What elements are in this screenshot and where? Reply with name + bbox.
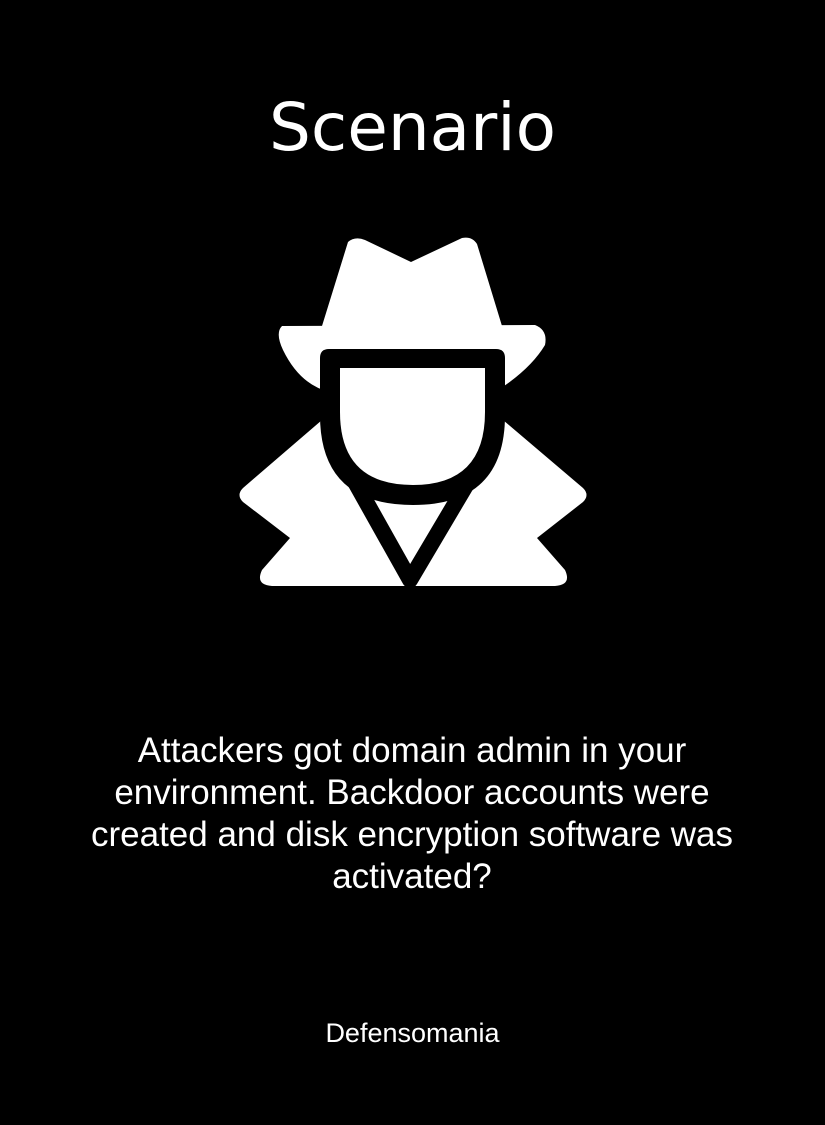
spy-icon (233, 232, 593, 594)
card-title: Scenario (269, 89, 556, 166)
brand-footer: Defensomania (325, 1018, 500, 1048)
scenario-card: Scenario Attackers got domain admin in y… (0, 0, 825, 1125)
scenario-description: Attackers got domain admin in your envir… (91, 731, 733, 896)
